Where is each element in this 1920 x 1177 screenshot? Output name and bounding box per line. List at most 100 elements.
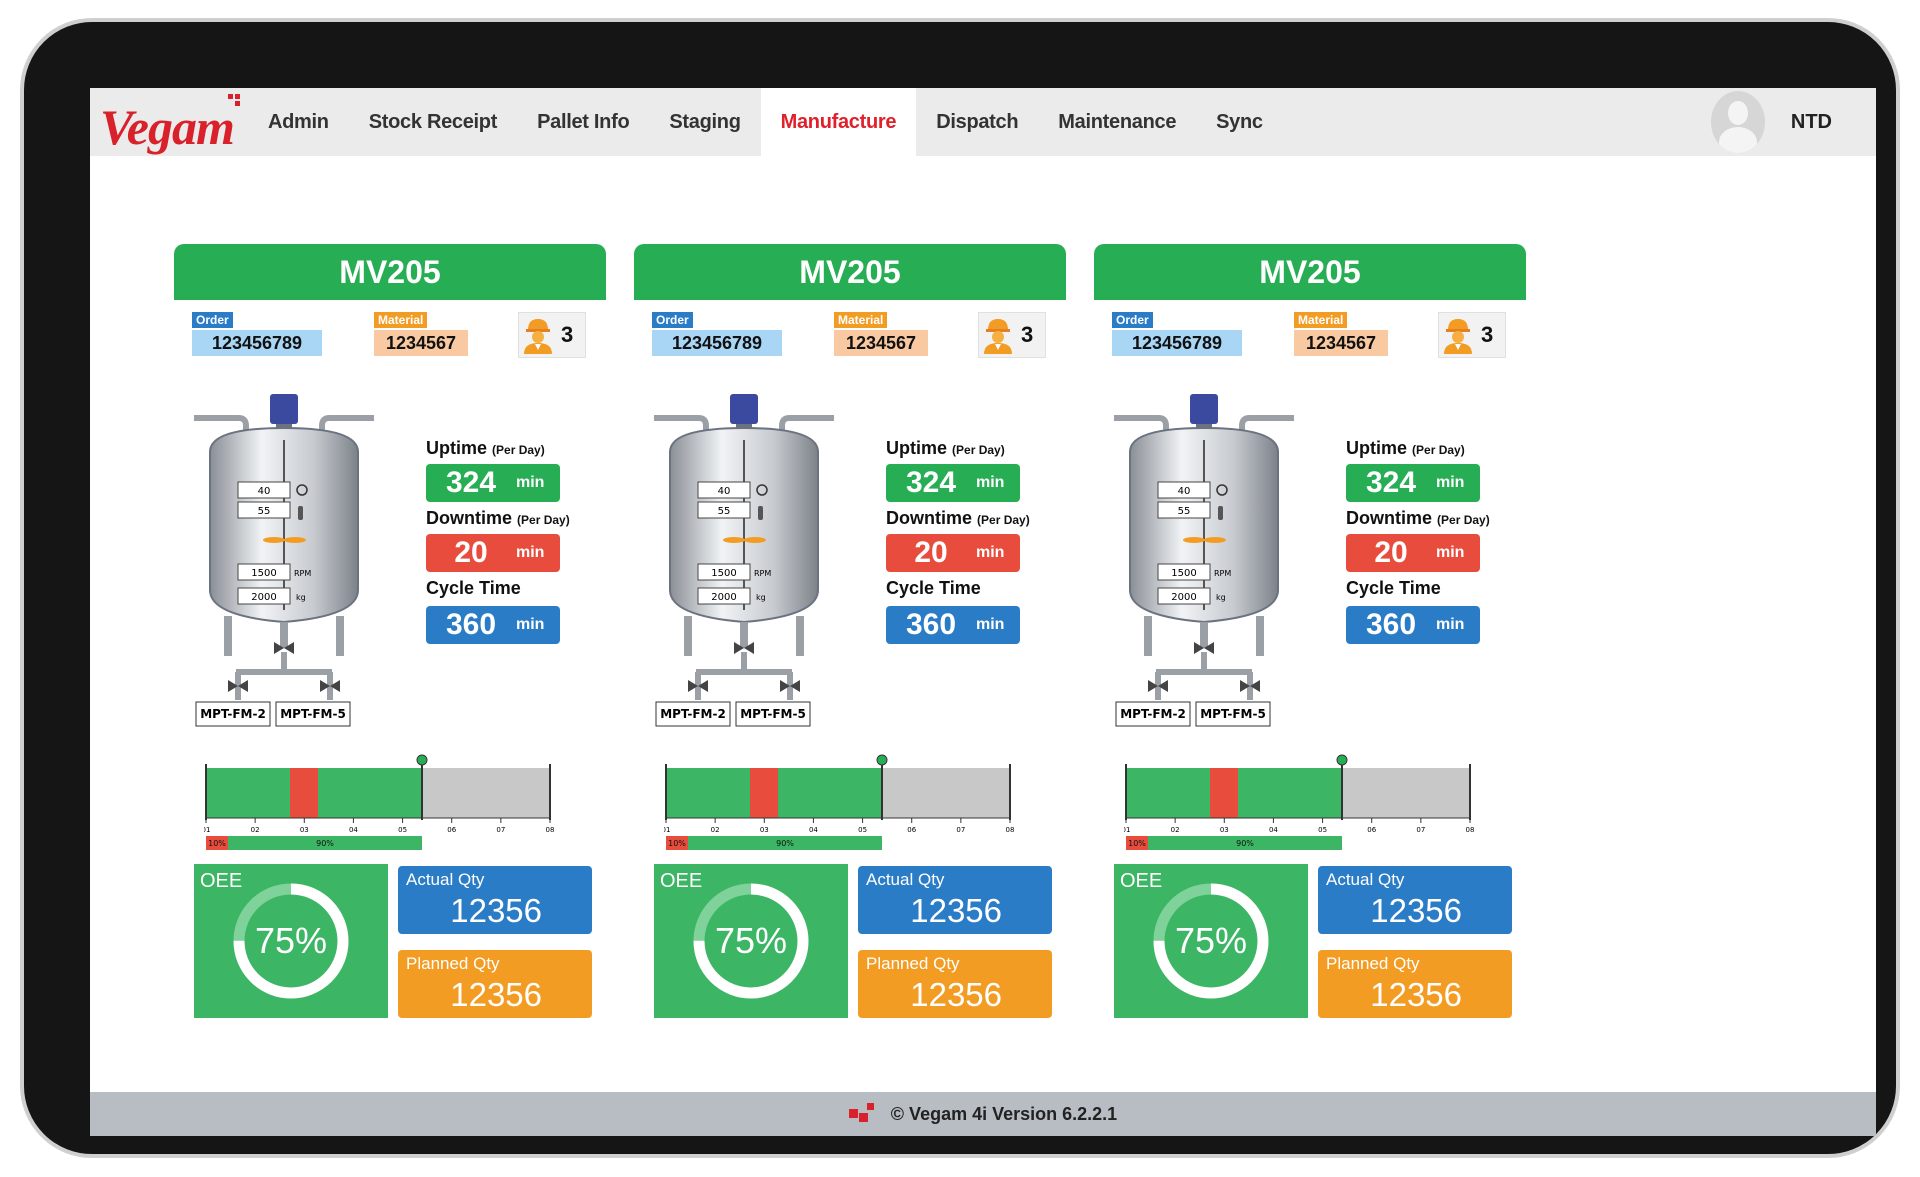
mixing-tank-diagram: 40 55 1500 2000 RPM kg MPT-FM-2 MPT-FM-5	[194, 394, 374, 727]
downtime-box: 20 min	[1346, 534, 1480, 572]
actual-qty-label: Actual Qty	[1326, 870, 1405, 889]
actual-qty-card: Actual Qty 12356	[1318, 866, 1512, 934]
timeline-tick-label: 03	[300, 826, 309, 834]
nav-item-pallet-info[interactable]: Pallet Info	[517, 88, 649, 156]
oee-value: 75%	[1174, 920, 1248, 961]
machine-panel: MV205 Order 123456789 Material 1234567 3	[174, 244, 614, 1024]
cycle-time-box: 360 min	[426, 606, 560, 644]
kg-unit: kg	[756, 593, 766, 602]
order-number: 123456789	[1112, 330, 1242, 356]
material-tag: Material	[374, 312, 428, 328]
actual-qty-value: 12356	[450, 892, 542, 929]
actual-qty-card: Actual Qty 12356	[398, 866, 592, 934]
version-text: © Vegam 4i Version 6.2.2.1	[890, 1103, 1118, 1124]
operator-count[interactable]: 3	[518, 312, 586, 358]
nav-item-sync[interactable]: Sync	[1196, 88, 1283, 156]
user-menu[interactable]: NTD	[1710, 88, 1832, 156]
pressure-value: 40	[1178, 486, 1191, 497]
machine-panel: MV205 Order 123456789 Material 1234567 3	[1094, 244, 1534, 1024]
uptime-percent: 90%	[316, 839, 334, 848]
order-number: 123456789	[192, 330, 322, 356]
kg-unit: kg	[296, 593, 306, 602]
order-tag: Order	[1112, 312, 1153, 328]
timeline-tick-label: 05	[398, 826, 407, 834]
timeline-ticks: 01 02 03 04 05 06 07 08	[1124, 818, 1474, 834]
operator-count[interactable]: 3	[1438, 312, 1506, 358]
nav-item-maintenance[interactable]: Maintenance	[1038, 88, 1196, 156]
planned-qty-value: 12356	[450, 976, 542, 1013]
temperature-value: 55	[258, 506, 271, 517]
downtime-label: Downtime (Per Day)	[886, 508, 1030, 528]
timeline-tick-label: 01	[1124, 826, 1130, 834]
downtime-percent: 10%	[668, 839, 686, 848]
timeline-tick-label: 04	[349, 826, 358, 834]
vegam-mark-icon	[848, 1103, 879, 1125]
nav-item-manufacture[interactable]: Manufacture	[760, 88, 917, 156]
rpm-unit: RPM	[754, 569, 771, 578]
outlet-a-label: MPT-FM-2	[1120, 707, 1186, 721]
outlet-a-label: MPT-FM-2	[200, 707, 266, 721]
timeline-tick-label: 01	[204, 826, 210, 834]
worker-icon	[984, 319, 1012, 354]
timeline-tick-label: 08	[1006, 826, 1014, 834]
downtime-box: 20 min	[426, 534, 560, 572]
shift-timeline: 01 02 03 04 05 06 07 08 10% 90%	[204, 754, 554, 850]
machine-title: MV205	[1094, 244, 1526, 300]
worker-count: 3	[1021, 322, 1034, 347]
kg-unit: kg	[1216, 593, 1226, 602]
mixing-tank-diagram: 40 55 1500 2000 RPM kg MPT-FM-2 MPT-FM-5	[1114, 394, 1294, 727]
timeline-tick-label: 02	[251, 826, 260, 834]
uptime-percent: 90%	[776, 839, 794, 848]
tablet-frame: Vegam Admin Stock Receipt Pallet Info St…	[20, 18, 1900, 1158]
nav-item-dispatch[interactable]: Dispatch	[916, 88, 1038, 156]
worker-icon	[524, 319, 552, 354]
outlet-b-label: MPT-FM-5	[1200, 707, 1266, 721]
timeline-ticks: 01 02 03 04 05 06 07 08	[204, 818, 554, 834]
rpm-value: 1500	[251, 568, 276, 579]
actual-qty-value: 12356	[1370, 892, 1462, 929]
mixing-tank-diagram: 40 55 1500 2000 RPM kg MPT-FM-2 MPT-FM-5	[654, 394, 834, 727]
outlet-b-label: MPT-FM-5	[740, 707, 806, 721]
planned-qty-card: Planned Qty 12356	[858, 950, 1052, 1018]
uptime-label: Uptime (Per Day)	[1346, 438, 1465, 458]
nav-item-staging[interactable]: Staging	[649, 88, 760, 156]
operator-count[interactable]: 3	[978, 312, 1046, 358]
nav-item-stock-receipt[interactable]: Stock Receipt	[349, 88, 517, 156]
downtime-label: Downtime (Per Day)	[426, 508, 570, 528]
worker-icon	[1444, 319, 1472, 354]
oee-card: OEE 75%	[1114, 864, 1308, 1018]
oee-card: OEE 75%	[654, 864, 848, 1018]
pressure-value: 40	[258, 486, 271, 497]
worker-count: 3	[1481, 322, 1494, 347]
oee-value: 75%	[714, 920, 788, 961]
material-number: 1234567	[374, 330, 468, 356]
actual-qty-label: Actual Qty	[406, 870, 485, 889]
downtime-label: Downtime (Per Day)	[1346, 508, 1490, 528]
outlet-a-label: MPT-FM-2	[660, 707, 726, 721]
timeline-tick-label: 03	[1220, 826, 1229, 834]
app-screen: Vegam Admin Stock Receipt Pallet Info St…	[90, 88, 1876, 1136]
order-tag: Order	[192, 312, 233, 328]
vegam-logo[interactable]: Vegam	[98, 88, 248, 156]
timeline-tick-label: 07	[1416, 826, 1425, 834]
timeline-tick-label: 06	[907, 826, 916, 834]
material-tag: Material	[1294, 312, 1348, 328]
machine-panel: MV205 Order 123456789 Material 1234567 3	[634, 244, 1074, 1024]
planned-qty-value: 12356	[910, 976, 1002, 1013]
material-number: 1234567	[1294, 330, 1388, 356]
logo-dots-icon	[228, 94, 244, 108]
nav-item-admin[interactable]: Admin	[248, 88, 349, 156]
timeline-tick-label: 05	[858, 826, 867, 834]
oee-card: OEE 75%	[194, 864, 388, 1018]
timeline-tick-label: 04	[1269, 826, 1278, 834]
avatar[interactable]	[1710, 91, 1765, 153]
nav-menu: Admin Stock Receipt Pallet Info Staging …	[248, 88, 1283, 156]
footer: © Vegam 4i Version 6.2.2.1	[90, 1092, 1876, 1136]
rpm-unit: RPM	[294, 569, 311, 578]
timeline-tick-label: 08	[1466, 826, 1474, 834]
top-navbar: Vegam Admin Stock Receipt Pallet Info St…	[90, 88, 1876, 156]
timeline-tick-label: 05	[1318, 826, 1327, 834]
cycle-time-label: Cycle Time	[1346, 578, 1441, 598]
uptime-box: 324 min	[426, 464, 560, 502]
material-tag: Material	[834, 312, 888, 328]
